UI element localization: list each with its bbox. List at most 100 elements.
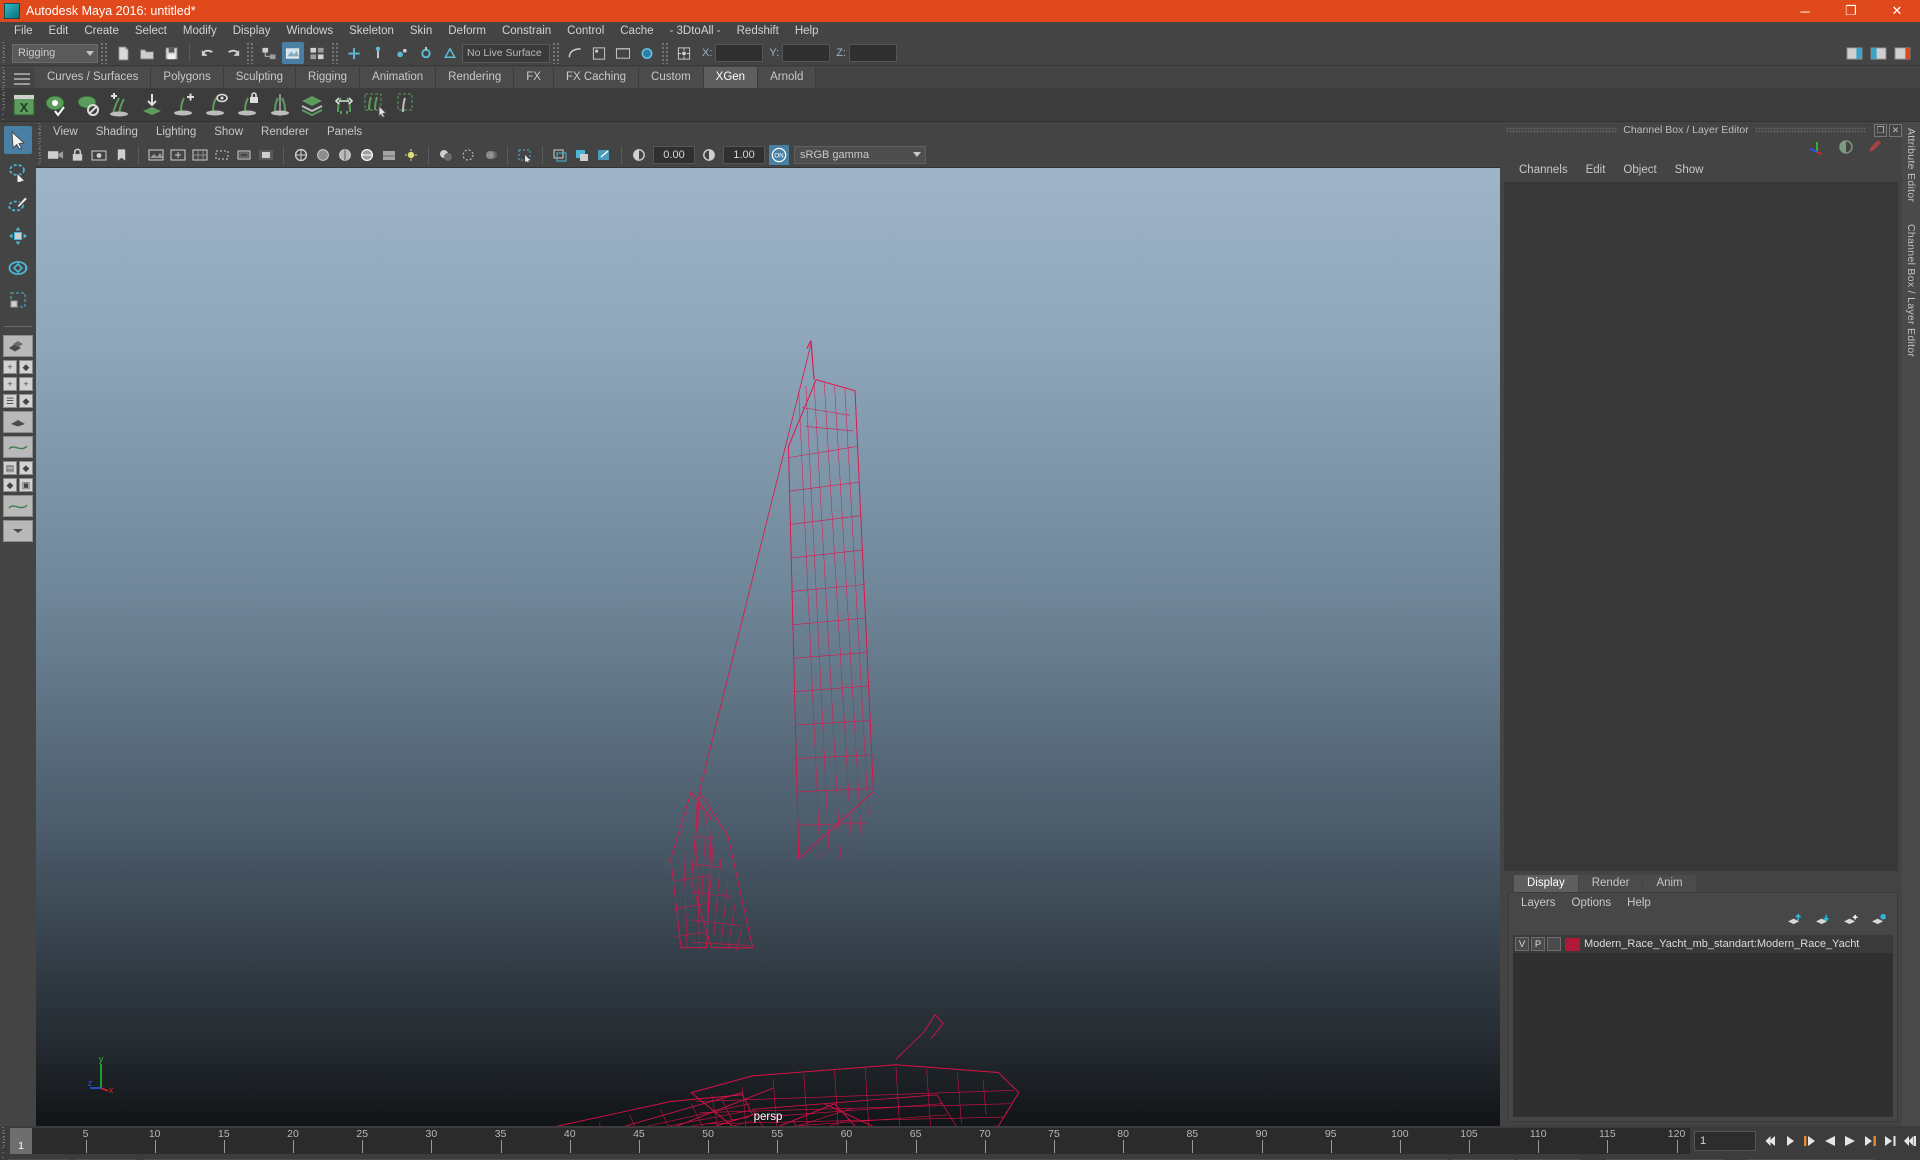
- layout-single-perspective[interactable]: [3, 335, 33, 357]
- guide-visibility-icon[interactable]: [201, 90, 231, 120]
- smooth-shade-icon[interactable]: [313, 145, 333, 165]
- render-view-icon[interactable]: [612, 42, 634, 64]
- go-to-start-button[interactable]: [1760, 1130, 1780, 1152]
- lasso-select-tool[interactable]: [4, 158, 32, 186]
- paint-select-tool[interactable]: [4, 190, 32, 218]
- viewport-menu-view[interactable]: View: [44, 126, 87, 138]
- shelf-grip[interactable]: [0, 66, 8, 88]
- scale-tool[interactable]: [4, 286, 32, 314]
- channelbox-menu-channels[interactable]: Channels: [1510, 164, 1577, 176]
- shelf-tab-fx[interactable]: FX: [514, 67, 554, 88]
- history-toggle-icon[interactable]: [564, 42, 586, 64]
- select-guides-icon[interactable]: [361, 90, 391, 120]
- shelf-tab-xgen[interactable]: XGen: [703, 67, 759, 88]
- step-forward-key-button[interactable]: [1880, 1130, 1900, 1152]
- texture-toggle-icon[interactable]: [379, 145, 399, 165]
- menu-control[interactable]: Control: [559, 22, 612, 41]
- menu-cache[interactable]: Cache: [612, 22, 661, 41]
- grid-toggle-icon[interactable]: [190, 145, 210, 165]
- new-layer-from-selected-icon[interactable]: [1870, 913, 1887, 931]
- menu-deform[interactable]: Deform: [440, 22, 494, 41]
- layout-dope-sheet[interactable]: [3, 495, 33, 517]
- layer-playback-toggle[interactable]: P: [1531, 937, 1545, 951]
- layer-tab-display[interactable]: Display: [1514, 875, 1578, 892]
- resolution-gate-icon[interactable]: [234, 145, 254, 165]
- layout-persp-hyper[interactable]: ◆: [19, 461, 33, 475]
- bookmark-icon[interactable]: [111, 145, 131, 165]
- menu-windows[interactable]: Windows: [278, 22, 341, 41]
- panel-restore-button[interactable]: ❐: [1874, 123, 1887, 137]
- tab-attribute-editor[interactable]: Attribute Editor: [1905, 128, 1917, 202]
- snap-point-icon[interactable]: [391, 42, 413, 64]
- add-description-icon[interactable]: [105, 90, 135, 120]
- menu-3dtoall[interactable]: - 3DtoAll -: [662, 22, 729, 41]
- viewport-menu-panels[interactable]: Panels: [318, 126, 371, 138]
- layout-outliner-persp[interactable]: ☰: [3, 394, 17, 408]
- bake-icon[interactable]: [393, 90, 423, 120]
- image-plane-icon[interactable]: [146, 145, 166, 165]
- shelf-menu-icon[interactable]: [14, 73, 30, 85]
- twod-pan-zoom-icon[interactable]: [168, 145, 188, 165]
- gate-mask-icon[interactable]: [256, 145, 276, 165]
- range-slider-grip[interactable]: [0, 1156, 8, 1160]
- layer-tab-render[interactable]: Render: [1578, 875, 1643, 892]
- layer-menu-layers[interactable]: Layers: [1513, 897, 1564, 909]
- layout-two-panes-side[interactable]: +: [3, 377, 17, 391]
- preview-off-icon[interactable]: [73, 90, 103, 120]
- xray-icon[interactable]: [550, 145, 570, 165]
- layout-four-view[interactable]: +: [3, 360, 17, 374]
- layer-list[interactable]: V P Modern_Race_Yacht_mb_standart:Modern_R…: [1513, 935, 1893, 1117]
- preview-on-icon[interactable]: [41, 90, 71, 120]
- shelf-tab-rendering[interactable]: Rendering: [436, 67, 515, 88]
- layout-hypershade[interactable]: ▤: [3, 461, 17, 475]
- viewport-menu-shading[interactable]: Shading: [87, 126, 147, 138]
- undo-button[interactable]: [197, 42, 219, 64]
- maximize-button[interactable]: ❐: [1828, 0, 1874, 22]
- layer-state-toggle[interactable]: [1547, 937, 1561, 951]
- exposure-field[interactable]: 0.00: [653, 145, 695, 164]
- viewport-menu-renderer[interactable]: Renderer: [252, 126, 318, 138]
- show-attribute-editor-icon[interactable]: [1843, 42, 1865, 64]
- snap-curve-icon[interactable]: [367, 42, 389, 64]
- menu-constrain[interactable]: Constrain: [494, 22, 559, 41]
- select-component-button[interactable]: [306, 42, 328, 64]
- go-to-end-button[interactable]: [1900, 1130, 1920, 1152]
- show-tool-settings-icon[interactable]: [1867, 42, 1889, 64]
- menu-edit[interactable]: Edit: [41, 22, 77, 41]
- layer-row[interactable]: V P Modern_Race_Yacht_mb_standart:Modern_R…: [1513, 935, 1893, 953]
- xray-joints-icon[interactable]: [572, 145, 592, 165]
- ipr-render-icon[interactable]: [636, 42, 658, 64]
- transform-center-icon[interactable]: [673, 42, 695, 64]
- distribute-icon[interactable]: [329, 90, 359, 120]
- layer-visibility-toggle[interactable]: V: [1515, 937, 1529, 951]
- time-slider-grip[interactable]: [0, 1126, 8, 1156]
- time-slider-track[interactable]: 1 5 10 15 20 25 30 35 40 45 50 55 60 65 70 75 80 85 90 95 1…: [10, 1128, 1690, 1154]
- x-coord-field[interactable]: [715, 44, 764, 62]
- film-gate-icon[interactable]: [212, 145, 232, 165]
- shadows-icon[interactable]: [436, 145, 456, 165]
- step-back-frame-button[interactable]: [1800, 1130, 1820, 1152]
- import-collection-icon[interactable]: [137, 90, 167, 120]
- menu-skeleton[interactable]: Skeleton: [341, 22, 402, 41]
- menu-file[interactable]: File: [6, 22, 41, 41]
- step-back-key-button[interactable]: [1780, 1130, 1800, 1152]
- lighting-toggle-icon[interactable]: [401, 145, 421, 165]
- tab-channel-box-layer-editor[interactable]: Channel Box / Layer Editor: [1905, 224, 1917, 357]
- move-layer-down-icon[interactable]: [1814, 913, 1831, 931]
- add-guide-icon[interactable]: [169, 90, 199, 120]
- channelbox-menu-edit[interactable]: Edit: [1577, 164, 1615, 176]
- shelf-tab-rigging[interactable]: Rigging: [296, 67, 361, 88]
- layer-menu-help[interactable]: Help: [1619, 897, 1659, 909]
- isolate-select-icon[interactable]: [515, 145, 535, 165]
- rotate-tool[interactable]: [4, 254, 32, 282]
- move-layer-up-icon[interactable]: [1786, 913, 1803, 931]
- minimize-button[interactable]: ─: [1782, 0, 1828, 22]
- current-frame-field[interactable]: 1: [1694, 1131, 1756, 1151]
- menu-skin[interactable]: Skin: [402, 22, 440, 41]
- panel-close-button[interactable]: ✕: [1889, 123, 1902, 137]
- gamma-icon[interactable]: [699, 145, 719, 165]
- shelf-tab-polygons[interactable]: Polygons: [151, 67, 224, 88]
- shelf-tab-fx-caching[interactable]: FX Caching: [553, 67, 640, 88]
- new-scene-button[interactable]: [112, 42, 134, 64]
- layout-persp-only[interactable]: ◆: [19, 394, 33, 408]
